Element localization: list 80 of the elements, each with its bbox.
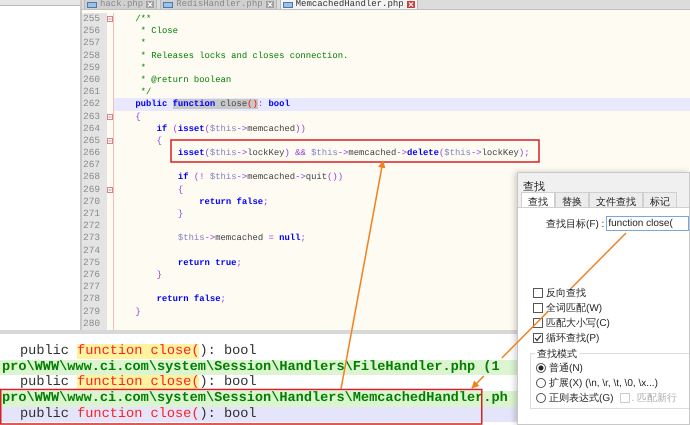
file-icon — [163, 2, 174, 8]
line-number: 277 — [82, 281, 107, 294]
line-number: 261 — [82, 86, 107, 98]
line-number: 265 — [82, 134, 107, 148]
code-line: * Close — [140, 25, 178, 38]
code-line: { — [156, 134, 162, 148]
code-line: } — [135, 306, 141, 318]
line-number: 274 — [82, 244, 107, 257]
line-number: 257 — [82, 37, 107, 50]
line-number: 268 — [82, 171, 107, 184]
option-label: 匹配大小写(C) — [546, 316, 610, 330]
search-input-field[interactable]: function close( — [606, 216, 689, 231]
line-number: 256 — [82, 25, 107, 38]
line-number: 260 — [82, 74, 107, 86]
code-line: { — [135, 110, 141, 123]
code-line: * @return boolean — [140, 74, 232, 86]
code-line: * — [140, 62, 146, 74]
code-line: * Releases locks and closes connection. — [140, 50, 348, 62]
line-number: 278 — [82, 293, 107, 306]
fold-minus-icon[interactable] — [107, 16, 113, 22]
radio-button[interactable] — [536, 378, 546, 388]
code-line: } — [178, 208, 184, 220]
line-number: 272 — [82, 220, 107, 232]
code-line: return true; — [178, 256, 242, 269]
group-title: 查找模式 — [535, 347, 579, 361]
option-label: 循环查找(P) — [546, 332, 600, 345]
line-number: 280 — [82, 318, 107, 330]
line-number: 263 — [82, 110, 107, 123]
dialog-tab[interactable]: 替换 — [555, 192, 589, 207]
code-line: * — [140, 37, 146, 50]
line-number: 269 — [82, 184, 107, 196]
dialog-title: 查找 — [522, 180, 546, 191]
fold-minus-icon[interactable] — [107, 138, 113, 144]
code-line: if (isset($this->memcached)) — [156, 122, 306, 135]
option-label: 扩展(X) (\n, \r, \t, \0, \x...) — [549, 376, 658, 390]
option-label: . 匹配新行 — [631, 392, 678, 405]
checkbox[interactable] — [533, 303, 543, 313]
code-line: isset($this->lockKey) && $this->memcached->delete($this->lockKey); — [178, 147, 530, 160]
file-icon — [87, 2, 97, 8]
radio-button[interactable] — [536, 393, 546, 403]
line-number: 264 — [82, 122, 107, 135]
option-label: 反向查找 — [546, 286, 586, 300]
panel-scrollbar[interactable] — [0, 0, 80, 6]
line-number: 267 — [82, 159, 107, 172]
close-icon[interactable] — [266, 1, 274, 8]
code-line: return false; — [156, 293, 226, 306]
dialog-tab[interactable]: 文件查找 — [589, 192, 643, 207]
option-label: 普通(N) — [549, 362, 583, 375]
close-icon[interactable] — [146, 1, 154, 8]
line-number: 271 — [82, 208, 107, 220]
line-number: 258 — [82, 50, 107, 62]
checkbox[interactable] — [533, 288, 543, 298]
line-number: 259 — [82, 62, 107, 74]
code-line: if (! $this->memcached->quit()) — [178, 171, 344, 184]
code-line: return false; — [199, 196, 268, 208]
code-line: */ — [140, 86, 152, 98]
file-icon — [282, 2, 293, 8]
option-label: 全词匹配(W) — [546, 302, 602, 315]
line-number: 266 — [82, 147, 107, 160]
line-number: 275 — [82, 256, 107, 269]
code-line: } — [156, 268, 162, 282]
line-number: 262 — [82, 98, 107, 110]
code-line: public function close(): bool — [135, 98, 290, 110]
close-icon[interactable] — [406, 1, 415, 8]
line-number: 255 — [82, 13, 107, 26]
radio-button[interactable] — [536, 363, 546, 373]
field-label: 查找目标(F) : — [546, 218, 604, 230]
checkbox[interactable] — [533, 333, 543, 343]
code-line: /** — [135, 13, 152, 26]
fold-minus-icon[interactable] — [107, 114, 113, 120]
line-number: 276 — [82, 268, 107, 282]
option-label: 正则表达式(G) — [549, 392, 614, 405]
dialog-tab[interactable]: 标记 — [643, 192, 677, 207]
code-line: $this->memcached = null; — [178, 232, 306, 245]
dialog-tab[interactable]: 查找 — [521, 192, 555, 207]
code-line: { — [178, 184, 184, 196]
line-number: 273 — [82, 232, 107, 245]
line-number: 279 — [82, 306, 107, 318]
line-number: 270 — [82, 196, 107, 208]
fold-minus-icon[interactable] — [107, 186, 113, 193]
